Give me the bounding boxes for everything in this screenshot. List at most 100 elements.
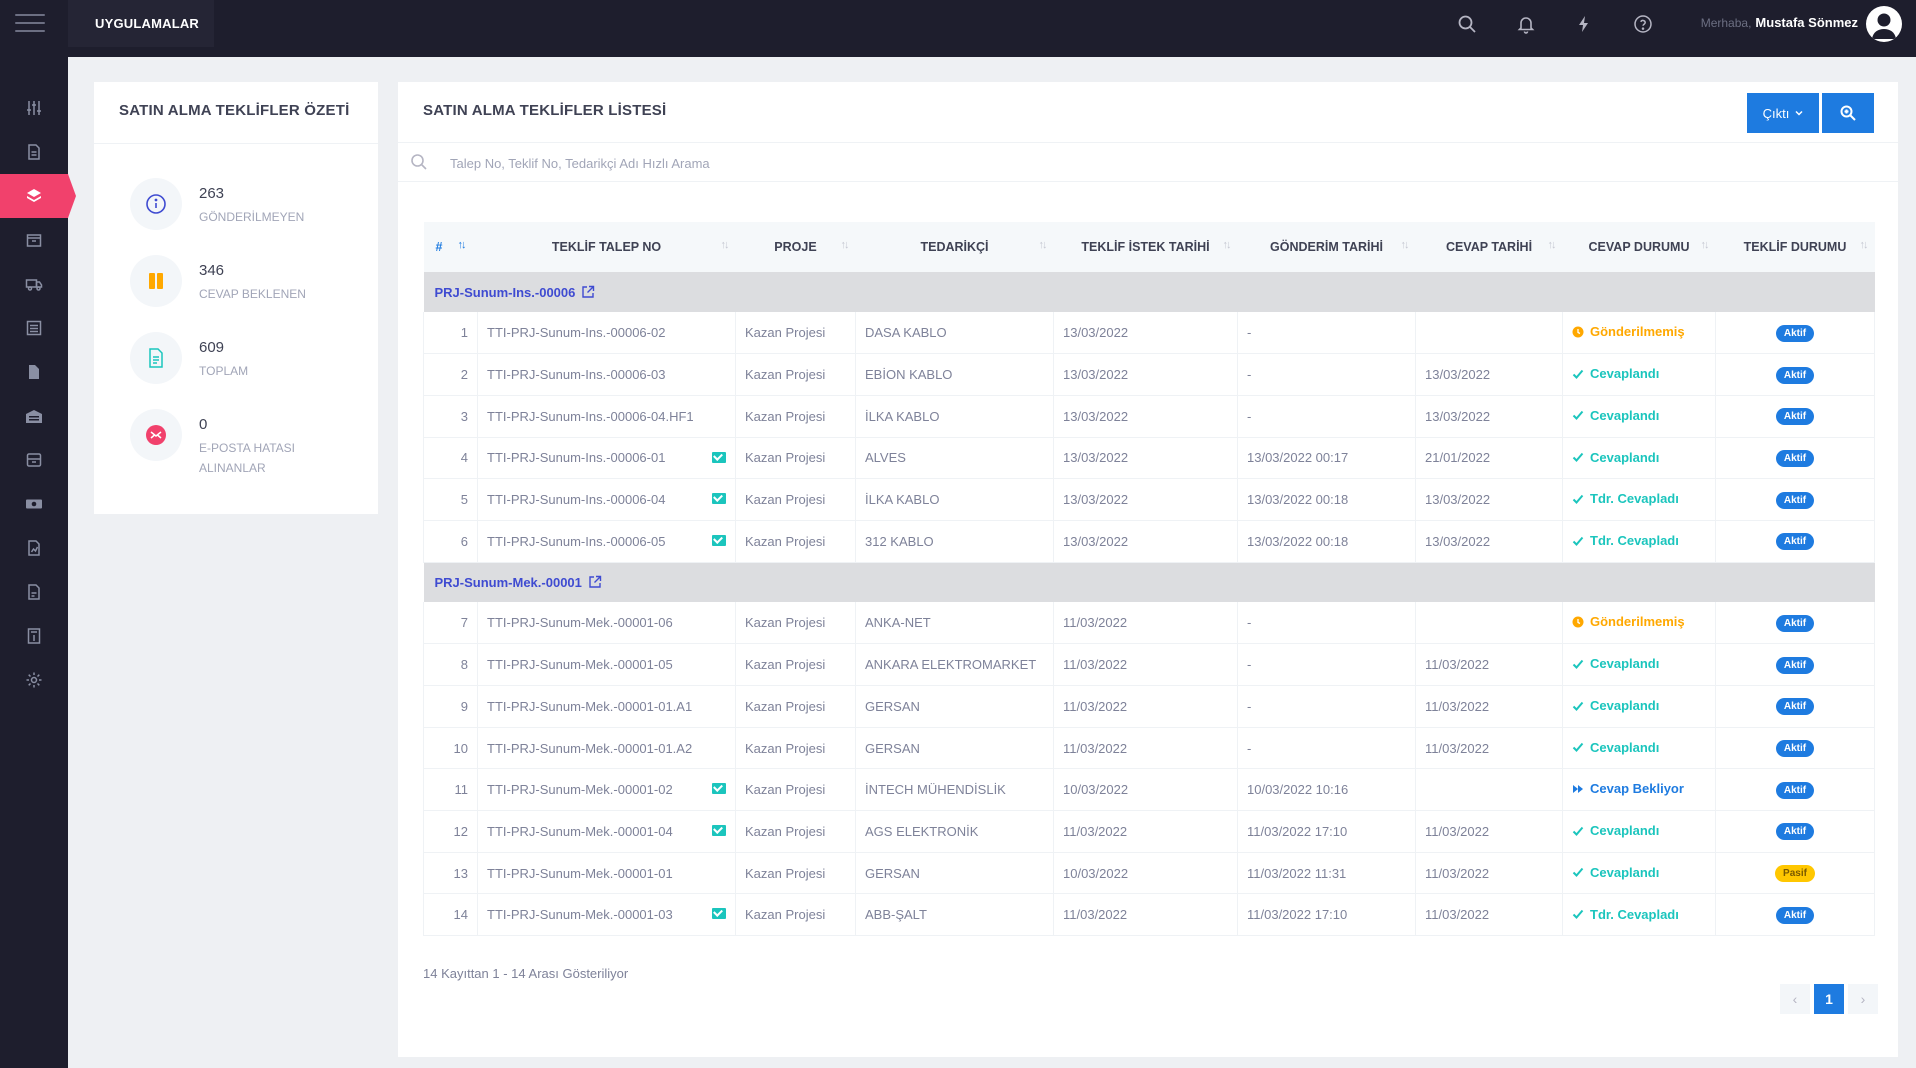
bell-icon[interactable] bbox=[1514, 12, 1538, 36]
sidebar-item-documents[interactable] bbox=[0, 130, 68, 174]
col-answer-date[interactable]: CEVAP TARİHİ ↑↓ bbox=[1415, 222, 1563, 272]
external-link-icon[interactable] bbox=[588, 575, 602, 589]
table-row[interactable]: 10 TTI-PRJ-Sunum-Mek.-00001-01.A2 Kazan Pr… bbox=[423, 727, 1875, 770]
sidebar-item-offers[interactable] bbox=[0, 174, 76, 218]
table-row[interactable]: 11 TTI-PRJ-Sunum-Mek.-00001-02 Kazan Proje… bbox=[423, 768, 1875, 812]
col-project[interactable]: PROJE ↑↓ bbox=[735, 222, 856, 272]
supplier-link[interactable]: AGS ELEKTRONİK bbox=[855, 810, 1054, 853]
sidebar-item-finance[interactable] bbox=[0, 482, 68, 526]
offer-no-link[interactable]: TTI-PRJ-Sunum-Ins.-00006-04.HF1 bbox=[477, 395, 736, 438]
search-icon[interactable] bbox=[1455, 12, 1479, 36]
check-icon bbox=[1572, 826, 1584, 836]
table-row[interactable]: 3 TTI-PRJ-Sunum-Ins.-00006-04.HF1 Kazan Pr… bbox=[423, 395, 1875, 438]
sent-date-cell-text: 11/03/2022 17:10 bbox=[1247, 907, 1348, 923]
sidebar-item-archive[interactable] bbox=[0, 438, 68, 482]
project-cell: Kazan Projesi bbox=[735, 685, 856, 728]
sidebar-item-orders[interactable] bbox=[0, 218, 68, 262]
group-name-link[interactable]: PRJ-Sunum-Ins.-00006 bbox=[435, 285, 576, 300]
table-row[interactable]: 9 TTI-PRJ-Sunum-Mek.-00001-01.A1 Kazan Pro… bbox=[423, 685, 1875, 728]
offer-no-link[interactable]: TTI-PRJ-Sunum-Ins.-00006-02 bbox=[477, 312, 736, 355]
menu-toggle-icon[interactable] bbox=[15, 14, 45, 36]
answer-status: Cevaplandı bbox=[1572, 823, 1659, 838]
offer-no-link[interactable]: TTI-PRJ-Sunum-Mek.-00001-03 bbox=[477, 893, 736, 937]
col-request-date[interactable]: TEKLİF İSTEK TARİHİ ↑↓ bbox=[1053, 222, 1238, 272]
col-supplier[interactable]: TEDARİKÇİ ↑↓ bbox=[855, 222, 1054, 272]
stat-awaiting-answer[interactable]: 346 CEVAP BEKLENEN bbox=[130, 255, 370, 315]
supplier-link[interactable]: GERSAN bbox=[855, 852, 1054, 895]
sidebar-item-filters[interactable] bbox=[0, 86, 68, 130]
sidebar-item-warehouse[interactable] bbox=[0, 394, 68, 438]
search-input[interactable] bbox=[450, 149, 1150, 177]
table-row[interactable]: 6 TTI-PRJ-Sunum-Ins.-00006-05 Kazan Projes… bbox=[423, 520, 1875, 563]
offer-no-link[interactable]: TTI-PRJ-Sunum-Mek.-00001-01.A2 bbox=[477, 727, 736, 770]
stat-not-sent[interactable]: 263 GÖNDERİLMEYEN bbox=[130, 178, 370, 238]
sidebar-item-calculations[interactable] bbox=[0, 614, 68, 658]
table-row[interactable]: 4 TTI-PRJ-Sunum-Ins.-00006-01 Kazan Projes… bbox=[423, 437, 1875, 480]
sidebar-item-reports-2[interactable] bbox=[0, 570, 68, 614]
prev-page-button[interactable]: ‹ bbox=[1780, 984, 1810, 1014]
advanced-search-button[interactable] bbox=[1822, 93, 1874, 133]
external-link-icon[interactable] bbox=[581, 285, 595, 299]
offer-no-link[interactable]: TTI-PRJ-Sunum-Mek.-00001-04 bbox=[477, 810, 736, 853]
col-index[interactable]: # ↑↓ bbox=[423, 222, 478, 272]
table-row[interactable]: 14 TTI-PRJ-Sunum-Mek.-00001-03 Kazan Proje… bbox=[423, 893, 1875, 937]
sidebar-item-reports[interactable] bbox=[0, 526, 68, 570]
quick-search bbox=[398, 142, 1898, 182]
table-row[interactable]: 1 TTI-PRJ-Sunum-Ins.-00006-02 Kazan Projes… bbox=[423, 312, 1875, 355]
supplier-link[interactable]: İLKA KABLO bbox=[855, 395, 1054, 438]
supplier-link[interactable]: ANKARA ELEKTROMARKET bbox=[855, 643, 1054, 686]
sidebar-item-lists[interactable] bbox=[0, 306, 68, 350]
project-cell-text: Kazan Projesi bbox=[745, 367, 826, 383]
lightning-icon[interactable] bbox=[1572, 12, 1596, 36]
offer-no-link[interactable]: TTI-PRJ-Sunum-Mek.-00001-01.A1 bbox=[477, 685, 736, 728]
sidebar-item-shipping[interactable] bbox=[0, 262, 68, 306]
supplier-link[interactable]: DASA KABLO bbox=[855, 312, 1054, 355]
status-badge: Aktif bbox=[1775, 823, 1815, 841]
request-date-cell: 13/03/2022 bbox=[1053, 437, 1238, 480]
table-row[interactable]: 8 TTI-PRJ-Sunum-Mek.-00001-05 Kazan Projes… bbox=[423, 643, 1875, 686]
apps-menu-button[interactable]: UYGULAMALAR bbox=[68, 0, 214, 47]
offer-no-link[interactable]: TTI-PRJ-Sunum-Mek.-00001-02 bbox=[477, 768, 736, 812]
offer-no-link[interactable]: TTI-PRJ-Sunum-Mek.-00001-05 bbox=[477, 643, 736, 686]
sidebar-item-settings[interactable] bbox=[0, 658, 68, 702]
col-sent-date[interactable]: GÖNDERİM TARİHİ ↑↓ bbox=[1237, 222, 1416, 272]
col-offer-status[interactable]: TEKLİF DURUMU ↑↓ bbox=[1715, 222, 1875, 272]
col-offer-no[interactable]: TEKLİF TALEP NO ↑↓ bbox=[477, 222, 736, 272]
sidebar-item-files[interactable] bbox=[0, 350, 68, 394]
supplier-link[interactable]: GERSAN bbox=[855, 727, 1054, 770]
supplier-link[interactable]: İLKA KABLO bbox=[855, 478, 1054, 521]
avatar[interactable] bbox=[1866, 6, 1902, 42]
offer-no-link[interactable]: TTI-PRJ-Sunum-Ins.-00006-04 bbox=[477, 478, 736, 521]
next-page-button[interactable]: › bbox=[1848, 984, 1878, 1014]
table-row[interactable]: 2 TTI-PRJ-Sunum-Ins.-00006-03 Kazan Projes… bbox=[423, 353, 1875, 396]
table-row[interactable]: 12 TTI-PRJ-Sunum-Mek.-00001-04 Kazan Proje… bbox=[423, 810, 1875, 853]
offer-no-link[interactable]: TTI-PRJ-Sunum-Mek.-00001-01 bbox=[477, 852, 736, 895]
table-row[interactable]: 13 TTI-PRJ-Sunum-Mek.-00001-01 Kazan Proje… bbox=[423, 852, 1875, 895]
supplier-link[interactable]: ABB-ŞALT bbox=[855, 893, 1054, 937]
offer-no-link[interactable]: TTI-PRJ-Sunum-Ins.-00006-05 bbox=[477, 520, 736, 563]
page-button[interactable]: 1 bbox=[1814, 984, 1844, 1014]
group-name-link[interactable]: PRJ-Sunum-Mek.-00001 bbox=[435, 575, 582, 590]
help-icon[interactable] bbox=[1631, 12, 1655, 36]
answer-status: Cevaplandı bbox=[1572, 656, 1659, 671]
supplier-link[interactable]: ALVES bbox=[855, 437, 1054, 480]
stat-total[interactable]: 609 TOPLAM bbox=[130, 332, 370, 392]
supplier-link[interactable]: İNTECH MÜHENDİSLİK bbox=[855, 768, 1054, 812]
supplier-link[interactable]: 312 KABLO bbox=[855, 520, 1054, 563]
request-date-cell-text: 11/03/2022 bbox=[1063, 823, 1128, 839]
offer-status-cell: Aktif bbox=[1715, 727, 1875, 770]
output-button[interactable]: Çıktı bbox=[1747, 93, 1819, 133]
supplier-link[interactable]: GERSAN bbox=[855, 685, 1054, 728]
table-row[interactable]: 7 TTI-PRJ-Sunum-Mek.-00001-06 Kazan Projes… bbox=[423, 602, 1875, 645]
offer-no-link[interactable]: TTI-PRJ-Sunum-Mek.-00001-06 bbox=[477, 602, 736, 645]
supplier-link[interactable]: ANKA-NET bbox=[855, 602, 1054, 645]
offer-no-link[interactable]: TTI-PRJ-Sunum-Ins.-00006-03 bbox=[477, 353, 736, 396]
info-icon bbox=[130, 178, 182, 230]
offer-no-link[interactable]: TTI-PRJ-Sunum-Ins.-00006-01 bbox=[477, 437, 736, 480]
supplier-link-text: ANKARA ELEKTROMARKET bbox=[865, 657, 1037, 673]
col-answer-status[interactable]: CEVAP DURUMU ↑↓ bbox=[1562, 222, 1716, 272]
supplier-link[interactable]: EBİON KABLO bbox=[855, 353, 1054, 396]
row-index: 5 bbox=[423, 478, 478, 521]
table-row[interactable]: 5 TTI-PRJ-Sunum-Ins.-00006-04 Kazan Projes… bbox=[423, 478, 1875, 521]
stat-email-errors[interactable]: 0 E-POSTA HATASI ALINANLAR bbox=[130, 409, 370, 475]
